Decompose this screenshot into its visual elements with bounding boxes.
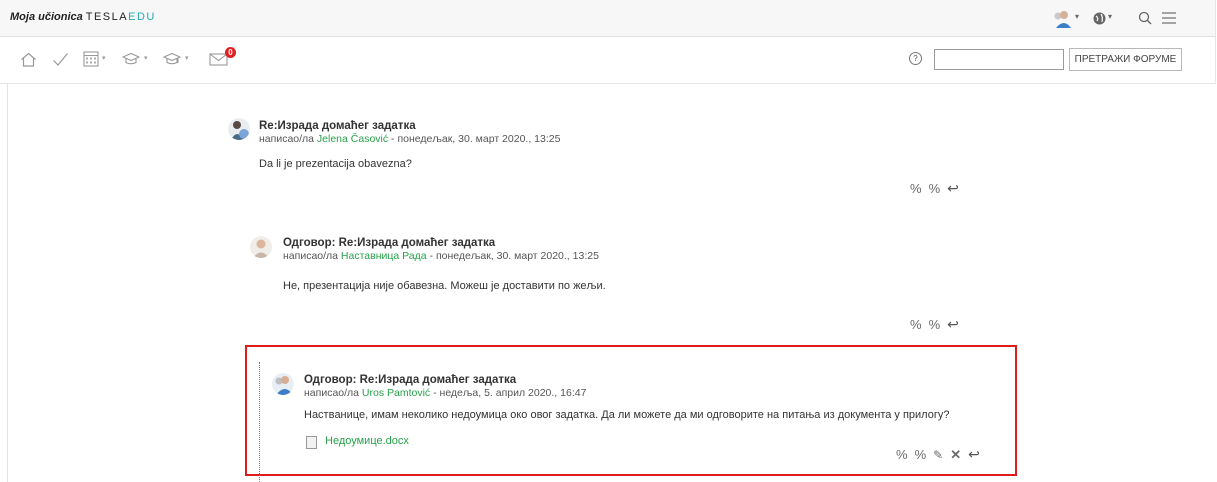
thread-line xyxy=(259,362,260,482)
attachment-link[interactable]: Недоумице.docx xyxy=(325,435,409,447)
post-body: Наствaнице, имам неколико недоумица око … xyxy=(304,409,950,421)
post-byline: написао/ла Uros Pamtović - недеља, 5. ап… xyxy=(304,387,586,399)
calendar-icon[interactable] xyxy=(83,50,99,72)
search-forums-button[interactable]: ПРЕТРАЖИ ФОРУМЕ xyxy=(1069,48,1182,71)
reply-icon[interactable]: ↩ xyxy=(947,180,959,197)
avatar[interactable] xyxy=(250,236,272,258)
byline-prefix: написао/ла xyxy=(283,250,341,262)
user-avatar-icon[interactable] xyxy=(1052,10,1072,28)
post-subject[interactable]: Одговор: Re:Израда домаћег задатка xyxy=(304,374,516,386)
permalink-icon[interactable]: % xyxy=(910,181,922,196)
graduation-cap-icon[interactable] xyxy=(162,52,182,71)
post-body: Не, презентација није обавезна. Можеш је… xyxy=(283,280,606,292)
post-actions: %% ↩ xyxy=(903,180,959,198)
post-actions: %% ↩ xyxy=(903,316,959,334)
author-link[interactable]: Uros Pamtović xyxy=(362,387,430,399)
top-header xyxy=(0,0,1216,37)
brand-logo: TESLAEDU xyxy=(86,11,156,23)
reply-icon[interactable]: ↩ xyxy=(947,316,959,333)
home-icon[interactable] xyxy=(20,52,37,72)
edit-icon[interactable]: ✎ xyxy=(933,448,943,462)
post-date: - понедељак, 30. март 2020., 13:25 xyxy=(426,250,599,262)
byline-prefix: написао/ла xyxy=(259,133,317,145)
document-icon xyxy=(306,436,317,449)
parent-link-icon[interactable]: % xyxy=(929,181,941,196)
delete-icon[interactable]: ✕ xyxy=(950,447,961,463)
post-body: Da li je prezentacija obavezna? xyxy=(259,158,412,170)
post-subject[interactable]: Re:Израда домаћег задатка xyxy=(259,120,416,132)
post-subject[interactable]: Одговор: Re:Израда домаћег задатка xyxy=(283,237,495,249)
permalink-icon[interactable]: % xyxy=(896,447,908,462)
post-date: - понедељак, 30. март 2020., 13:25 xyxy=(388,133,561,145)
avatar[interactable] xyxy=(228,118,250,140)
permalink-icon[interactable]: % xyxy=(910,317,922,332)
grades-caret-icon[interactable]: ▾ xyxy=(185,54,189,62)
user-menu-caret-icon[interactable]: ▾ xyxy=(1075,12,1079,21)
mail-count-badge: 0 xyxy=(225,47,236,58)
hamburger-menu-icon[interactable] xyxy=(1161,11,1177,30)
content-border xyxy=(7,83,8,482)
post-date: - недеља, 5. април 2020., 16:47 xyxy=(430,387,587,399)
byline-prefix: написао/ла xyxy=(304,387,362,399)
courses-caret-icon[interactable]: ▾ xyxy=(144,54,148,62)
post-actions: %% ✎ ✕ ↩ xyxy=(889,446,980,464)
author-link[interactable]: Jelena Časović xyxy=(317,133,388,145)
language-caret-icon[interactable]: ▾ xyxy=(1108,12,1112,21)
reply-icon[interactable]: ↩ xyxy=(968,446,980,463)
checkmark-icon[interactable] xyxy=(52,52,69,72)
forum-search-input[interactable] xyxy=(934,49,1064,70)
avatar[interactable] xyxy=(272,373,294,395)
help-icon[interactable]: ? xyxy=(909,52,922,65)
parent-link-icon[interactable]: % xyxy=(915,447,927,462)
globe-icon[interactable] xyxy=(1093,12,1106,30)
author-link[interactable]: Наставница Рада xyxy=(341,250,427,262)
site-brand[interactable]: Moja učionica TESLAEDU xyxy=(10,11,156,23)
logo-tesla-text: TESLA xyxy=(85,11,129,23)
post-byline: написао/ла Наставница Рада - понедељак, … xyxy=(283,250,599,262)
brand-name: Moja učionica xyxy=(10,11,83,23)
graduation-cap-icon[interactable] xyxy=(121,52,141,71)
parent-link-icon[interactable]: % xyxy=(929,317,941,332)
search-icon[interactable] xyxy=(1138,11,1152,30)
calendar-caret-icon[interactable]: ▾ xyxy=(102,54,106,62)
logo-edu-text: EDU xyxy=(128,11,156,23)
post-byline: написао/ла Jelena Časović - понедељак, 3… xyxy=(259,133,560,145)
